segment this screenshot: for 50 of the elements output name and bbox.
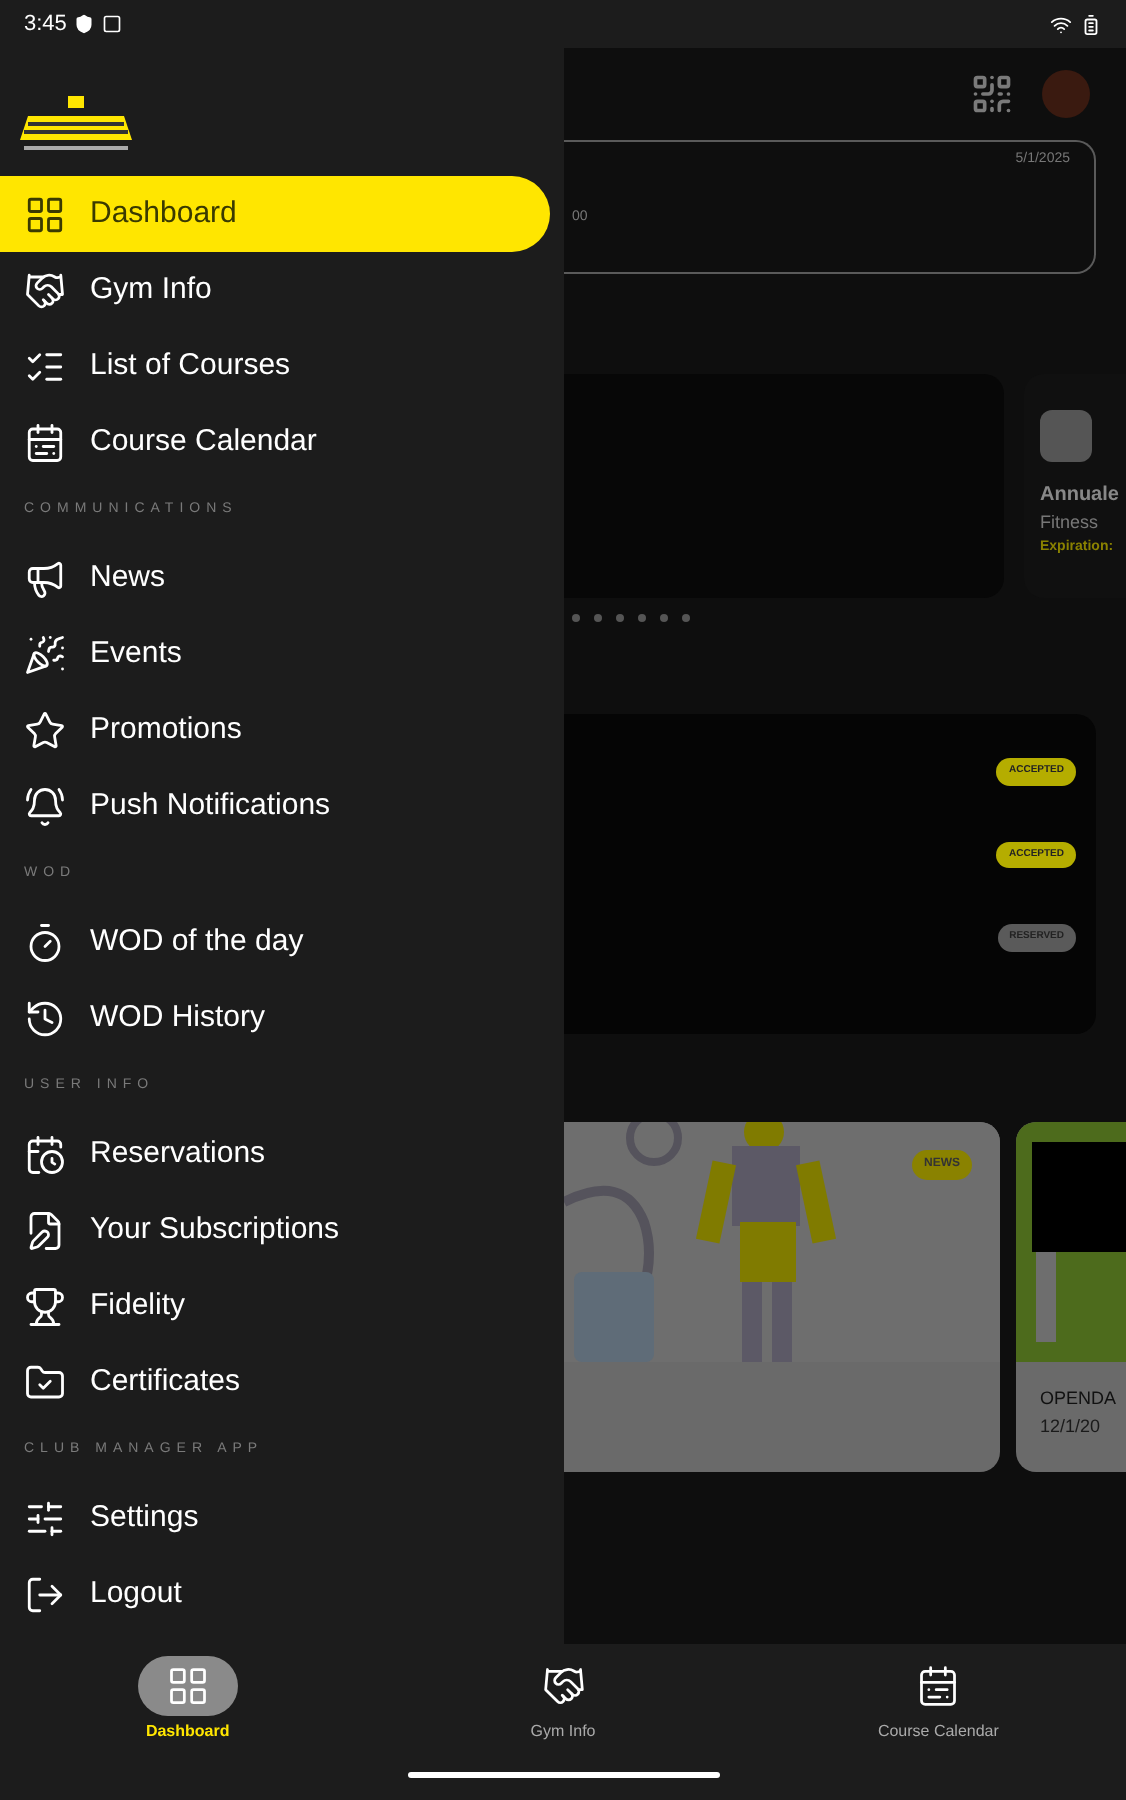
star-icon — [24, 709, 66, 751]
stopwatch-icon — [24, 921, 66, 963]
status-time: 3:45 — [24, 9, 67, 40]
avatar[interactable] — [1042, 70, 1090, 118]
drawer-item[interactable]: Gym Info — [0, 252, 550, 328]
nav-tab[interactable]: Course Calendar — [750, 1656, 1126, 1744]
card-icon — [1040, 410, 1092, 462]
nav-tab[interactable]: Dashboard — [0, 1656, 376, 1744]
folder-icon — [24, 1361, 66, 1403]
drawer-item[interactable]: Events — [0, 616, 550, 692]
drawer-item[interactable]: Push Notifications — [0, 768, 550, 844]
drawer-item[interactable]: Settings — [0, 1480, 550, 1556]
drawer-item[interactable]: WOD History — [0, 980, 550, 1056]
drawer-item[interactable]: News — [0, 540, 550, 616]
drawer-item[interactable]: Fidelity — [0, 1268, 550, 1344]
shield-icon — [74, 14, 95, 34]
trophy-icon — [24, 1285, 66, 1327]
drawer-item[interactable]: Certificates — [0, 1344, 550, 1420]
logo-icon — [20, 96, 132, 156]
notification-icon — [102, 14, 123, 34]
grid-icon — [24, 193, 66, 235]
drawer-item[interactable]: List of Courses — [0, 328, 550, 404]
bell-icon — [24, 785, 66, 827]
sliders-icon — [24, 1497, 66, 1539]
drawer-item[interactable]: Your Subscriptions — [0, 1192, 550, 1268]
calendar-clock-icon — [24, 1133, 66, 1175]
drawer-item[interactable]: Course Calendar — [0, 404, 550, 480]
subscription-subtitle: Fitness — [1040, 510, 1101, 536]
battery-icon — [1080, 13, 1102, 35]
handshake-icon — [24, 269, 66, 311]
subscription-title: Annuale — [1040, 482, 1121, 510]
calendar-icon — [916, 1664, 961, 1708]
qr-code-icon[interactable] — [970, 72, 1014, 116]
document-pen-icon — [24, 1209, 66, 1251]
calendar-icon — [24, 421, 66, 463]
logout-icon — [24, 1573, 66, 1615]
drawer-item[interactable]: Logout — [0, 1556, 550, 1632]
news-title: OPENDA — [1040, 1386, 1119, 1412]
history-icon — [24, 997, 66, 1039]
drawer-item[interactable]: Promotions — [0, 692, 550, 768]
drawer-item[interactable]: WOD of the day — [0, 904, 550, 980]
drawer-item[interactable]: Dashboard — [0, 176, 550, 252]
grid-icon — [165, 1664, 210, 1708]
nav-tab[interactable]: Gym Info — [375, 1656, 751, 1744]
handshake-icon — [541, 1664, 585, 1708]
party-popper-icon — [24, 633, 66, 675]
news-date: 12/1/20 — [1040, 1413, 1103, 1439]
wifi-icon — [1050, 13, 1072, 35]
drawer-item[interactable]: Reservations — [0, 1116, 550, 1192]
megaphone-icon — [24, 557, 66, 599]
